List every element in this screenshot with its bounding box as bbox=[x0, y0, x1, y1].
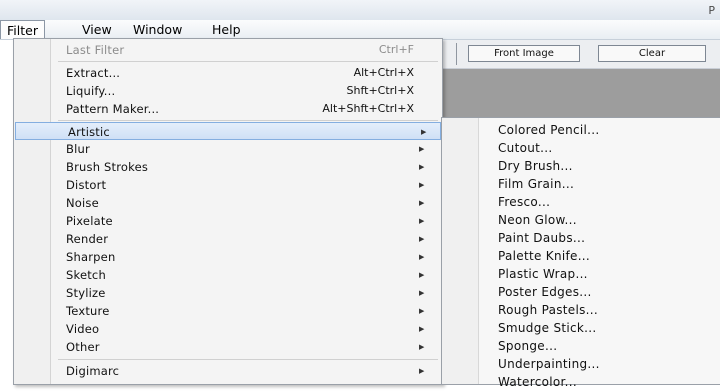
submenu-item-underpainting[interactable]: Underpainting... bbox=[498, 355, 600, 373]
submenu-item-dry-brush[interactable]: Dry Brush... bbox=[498, 157, 573, 175]
menu-item-label: Pattern Maker... bbox=[66, 102, 160, 116]
menu-filter[interactable]: Filter bbox=[0, 20, 45, 39]
menu-item-label: Sharpen bbox=[66, 250, 116, 264]
menu-item-last-filter[interactable]: Last Filter Ctrl+F bbox=[14, 41, 442, 59]
canvas-area bbox=[420, 69, 720, 117]
submenu-arrow-icon: ▶ bbox=[419, 199, 425, 207]
submenu-item-paint-daubs[interactable]: Paint Daubs... bbox=[498, 229, 585, 247]
menu-item-label: Noise bbox=[66, 196, 99, 210]
menu-item-shortcut: Ctrl+F bbox=[378, 43, 414, 56]
menu-item-other[interactable]: Other ▶ bbox=[14, 338, 442, 356]
menu-separator bbox=[58, 61, 438, 62]
clear-button[interactable]: Clear bbox=[598, 45, 706, 62]
submenu-item-film-grain[interactable]: Film Grain... bbox=[498, 175, 574, 193]
menu-view[interactable]: View bbox=[76, 21, 118, 38]
artistic-submenu: Colored Pencil... Cutout... Dry Brush...… bbox=[441, 117, 720, 389]
submenu-arrow-icon: ▶ bbox=[419, 367, 425, 375]
menu-item-blur[interactable]: Blur ▶ bbox=[14, 140, 442, 158]
menu-item-label: Texture bbox=[66, 304, 110, 318]
submenu-arrow-icon: ▶ bbox=[419, 343, 425, 351]
submenu-item-smudge-stick[interactable]: Smudge Stick... bbox=[498, 319, 597, 337]
menu-item-label: Brush Strokes bbox=[66, 160, 149, 174]
submenu-item-cutout[interactable]: Cutout... bbox=[498, 139, 553, 157]
menu-item-sharpen[interactable]: Sharpen ▶ bbox=[14, 248, 442, 266]
menu-item-noise[interactable]: Noise ▶ bbox=[14, 194, 442, 212]
menu-item-label: Sketch bbox=[66, 268, 106, 282]
submenu-arrow-icon: ▶ bbox=[421, 128, 427, 136]
submenu-arrow-icon: ▶ bbox=[419, 271, 425, 279]
menu-item-shortcut: Alt+Shft+Ctrl+X bbox=[322, 102, 414, 115]
menu-separator bbox=[58, 120, 438, 121]
submenu-arrow-icon: ▶ bbox=[419, 181, 425, 189]
menu-item-stylize[interactable]: Stylize ▶ bbox=[14, 284, 442, 302]
submenu-arrow-icon: ▶ bbox=[419, 253, 425, 261]
menu-item-render[interactable]: Render ▶ bbox=[14, 230, 442, 248]
menu-item-video[interactable]: Video ▶ bbox=[14, 320, 442, 338]
menu-item-shortcut: Alt+Ctrl+X bbox=[353, 66, 414, 79]
submenu-item-poster-edges[interactable]: Poster Edges... bbox=[498, 283, 592, 301]
submenu-item-neon-glow[interactable]: Neon Glow... bbox=[498, 211, 577, 229]
menu-item-label: Distort bbox=[66, 178, 107, 192]
menu-item-pixelate[interactable]: Pixelate ▶ bbox=[14, 212, 442, 230]
submenu-arrow-icon: ▶ bbox=[419, 307, 425, 315]
menu-item-artistic[interactable]: Artistic ▶ bbox=[15, 122, 441, 140]
menu-item-label: Stylize bbox=[66, 286, 106, 300]
submenu-arrow-icon: ▶ bbox=[419, 289, 425, 297]
submenu-arrow-icon: ▶ bbox=[419, 163, 425, 171]
menu-item-extract[interactable]: Extract... Alt+Ctrl+X bbox=[14, 64, 442, 82]
menu-item-pattern-maker[interactable]: Pattern Maker... Alt+Shft+Ctrl+X bbox=[14, 100, 442, 118]
title-bar: P bbox=[0, 0, 720, 20]
submenu-arrow-icon: ▶ bbox=[419, 217, 425, 225]
menu-item-shortcut: Shft+Ctrl+X bbox=[346, 84, 415, 97]
menu-bar: Filter View Window Help bbox=[0, 20, 720, 40]
menu-separator bbox=[58, 359, 438, 360]
submenu-item-sponge[interactable]: Sponge... bbox=[498, 337, 557, 355]
submenu-item-watercolor[interactable]: Watercolor... bbox=[498, 373, 577, 391]
menu-item-distort[interactable]: Distort ▶ bbox=[14, 176, 442, 194]
menu-item-texture[interactable]: Texture ▶ bbox=[14, 302, 442, 320]
filter-dropdown-menu: Last Filter Ctrl+F Extract... Alt+Ctrl+X… bbox=[13, 38, 443, 385]
menu-item-label: Blur bbox=[66, 142, 90, 156]
submenu-item-plastic-wrap[interactable]: Plastic Wrap... bbox=[498, 265, 588, 283]
menu-item-brush-strokes[interactable]: Brush Strokes ▶ bbox=[14, 158, 442, 176]
menu-item-sketch[interactable]: Sketch ▶ bbox=[14, 266, 442, 284]
menu-item-digimarc[interactable]: Digimarc ▶ bbox=[14, 362, 442, 380]
options-separator bbox=[456, 43, 457, 65]
menu-item-label: Last Filter bbox=[66, 43, 125, 57]
submenu-arrow-icon: ▶ bbox=[419, 145, 425, 153]
front-image-button[interactable]: Front Image bbox=[468, 45, 580, 62]
submenu-gutter bbox=[442, 118, 479, 384]
menu-item-label: Liquify... bbox=[66, 84, 116, 98]
submenu-arrow-icon: ▶ bbox=[419, 325, 425, 333]
submenu-item-palette-knife[interactable]: Palette Knife... bbox=[498, 247, 590, 265]
menu-item-label: Video bbox=[66, 322, 100, 336]
menu-item-label: Digimarc bbox=[66, 364, 120, 378]
submenu-arrow-icon: ▶ bbox=[419, 235, 425, 243]
submenu-item-fresco[interactable]: Fresco... bbox=[498, 193, 550, 211]
menu-item-label: Other bbox=[66, 340, 100, 354]
options-bar: Front Image Clear bbox=[420, 40, 720, 69]
menu-item-liquify[interactable]: Liquify... Shft+Ctrl+X bbox=[14, 82, 442, 100]
submenu-item-rough-pastels[interactable]: Rough Pastels... bbox=[498, 301, 598, 319]
menu-help[interactable]: Help bbox=[206, 21, 247, 38]
menu-window[interactable]: Window bbox=[127, 21, 188, 38]
window-title-fragment: P bbox=[708, 4, 716, 17]
menu-item-label: Artistic bbox=[68, 125, 110, 139]
menu-item-label: Extract... bbox=[66, 66, 121, 80]
menu-item-label: Render bbox=[66, 232, 109, 246]
menu-item-label: Pixelate bbox=[66, 214, 113, 228]
submenu-item-colored-pencil[interactable]: Colored Pencil... bbox=[498, 121, 600, 139]
